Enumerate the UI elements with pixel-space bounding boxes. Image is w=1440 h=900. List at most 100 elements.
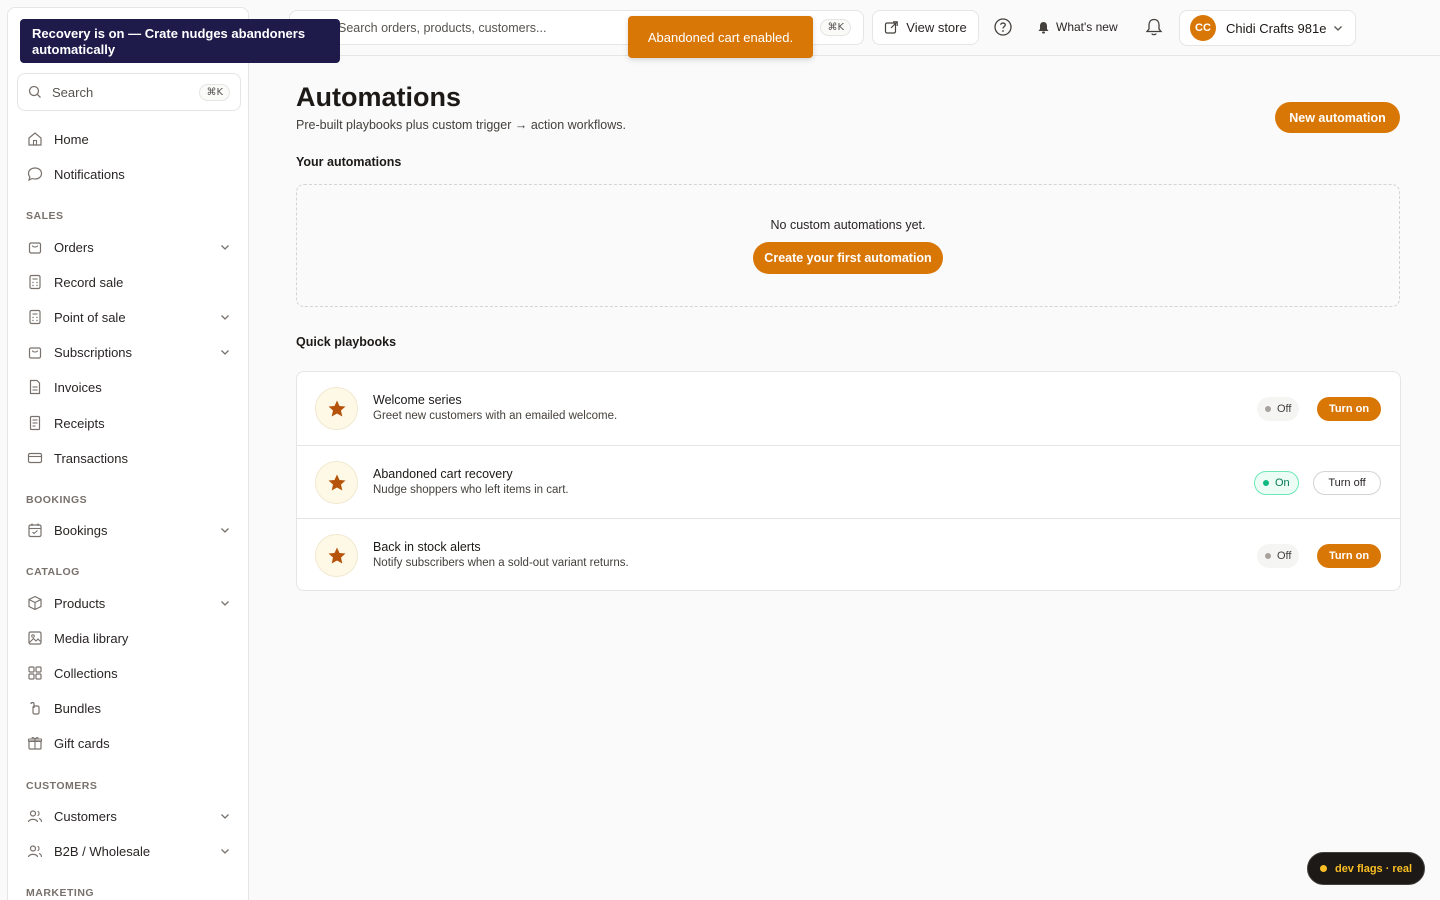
- chevron-down-icon[interactable]: [218, 240, 232, 254]
- sidebar-item-bundles[interactable]: Bundles: [26, 696, 232, 720]
- credit-card-icon: [26, 449, 44, 467]
- sidebar-item-label: Media library: [54, 630, 129, 646]
- new-automation-button[interactable]: New automation: [1275, 102, 1400, 133]
- chevron-down-icon[interactable]: [218, 310, 232, 324]
- sidebar-item-gift-cards[interactable]: Gift cards: [26, 731, 232, 755]
- sidebar-item-receipts[interactable]: Receipts: [26, 411, 232, 435]
- sidebar-item-invoices[interactable]: Invoices: [26, 375, 232, 399]
- create-first-automation-button[interactable]: Create your first automation: [753, 242, 943, 274]
- global-search-shortcut: ⌘K: [820, 19, 851, 36]
- page-title: Automations: [296, 82, 461, 112]
- playbook-description: Notify subscribers when a sold-out varia…: [373, 557, 629, 569]
- status-label: Off: [1277, 403, 1292, 415]
- topbar-divider: [249, 55, 1440, 56]
- section-customers: CUSTOMERS: [26, 780, 98, 792]
- sidebar-item-collections[interactable]: Collections: [26, 661, 232, 685]
- playbook-row-abandoned-cart: Abandoned cart recovery Nudge shoppers w…: [297, 445, 1400, 518]
- status-label: On: [1275, 477, 1290, 489]
- view-store-label: View store: [906, 20, 967, 35]
- chevron-down-icon[interactable]: [218, 596, 232, 610]
- playbooks-list: Welcome series Greet new customers with …: [296, 371, 1401, 591]
- calculator-icon: [26, 308, 44, 326]
- whats-new-button[interactable]: What's new: [1037, 18, 1118, 36]
- sidebar-item-media-library[interactable]: Media library: [26, 626, 232, 650]
- chevron-down-icon[interactable]: [218, 844, 232, 858]
- status-label: Off: [1277, 550, 1292, 562]
- users-icon: [26, 807, 44, 825]
- turn-on-button[interactable]: Turn on: [1317, 544, 1381, 568]
- account-switcher[interactable]: CC Chidi Crafts 981e: [1179, 10, 1356, 46]
- status-dot: [1265, 553, 1271, 559]
- sidebar-search[interactable]: Search ⌘K: [17, 73, 241, 111]
- help-icon[interactable]: [993, 17, 1013, 37]
- sidebar-item-label: Collections: [54, 665, 118, 681]
- dev-flags-badge[interactable]: dev flags · real: [1307, 852, 1425, 885]
- recovery-tooltip: Recovery is on — Crate nudges abandoners…: [20, 19, 340, 63]
- playbook-description: Greet new customers with an emailed welc…: [373, 410, 618, 422]
- sidebar-item-subscriptions[interactable]: Subscriptions: [26, 340, 232, 364]
- box-icon: [26, 594, 44, 612]
- sidebar-item-label: B2B / Wholesale: [54, 843, 151, 859]
- status-badge: Off: [1257, 544, 1300, 568]
- bell-filled-icon: [1038, 21, 1049, 33]
- page-subtitle: Pre-built playbooks plus custom trigger …: [296, 118, 626, 132]
- view-store-button[interactable]: View store: [872, 10, 979, 45]
- your-automations-heading: Your automations: [296, 155, 402, 169]
- chat-bubble-icon: [26, 165, 44, 183]
- status-badge: Off: [1257, 397, 1300, 421]
- sidebar-item-transactions[interactable]: Transactions: [26, 446, 232, 470]
- turn-off-button[interactable]: Turn off: [1313, 471, 1381, 495]
- playbook-row-welcome: Welcome series Greet new customers with …: [297, 372, 1400, 445]
- home-icon: [26, 130, 44, 148]
- sidebar-item-bookings[interactable]: Bookings: [26, 518, 232, 542]
- playbook-description: Nudge shoppers who left items in cart.: [373, 484, 569, 496]
- sidebar-item-notifications[interactable]: Notifications: [26, 162, 232, 186]
- sidebar-item-label: Gift cards: [54, 735, 110, 751]
- status-dot: [1265, 406, 1271, 412]
- avatar: CC: [1190, 15, 1216, 41]
- sidebar-item-customers[interactable]: Customers: [26, 804, 232, 828]
- sidebar-item-label: Bookings: [54, 522, 108, 538]
- whats-new-label: What's new: [1056, 20, 1118, 34]
- dev-flags-dot: [1319, 865, 1327, 872]
- sidebar-item-label: Customers: [54, 808, 117, 824]
- chevron-down-icon[interactable]: [218, 809, 232, 823]
- status-badge: On: [1254, 471, 1299, 495]
- sidebar-item-orders[interactable]: Orders: [26, 235, 232, 259]
- bag-icon: [26, 238, 44, 256]
- empty-automations-panel: No custom automations yet. Create your f…: [296, 184, 1400, 307]
- calculator-icon: [26, 273, 44, 291]
- sidebar-item-products[interactable]: Products: [26, 591, 232, 615]
- users-icon: [26, 842, 44, 860]
- playbook-title: Back in stock alerts: [373, 540, 481, 554]
- star-icon: [315, 534, 358, 577]
- gift-icon: [26, 734, 44, 752]
- bag-icon: [26, 343, 44, 361]
- sidebar-item-label: Subscriptions: [54, 344, 133, 360]
- sidebar-item-label: Bundles: [54, 700, 101, 716]
- bundle-icon: [26, 699, 44, 717]
- sidebar-item-label: Receipts: [54, 415, 105, 431]
- calendar-icon: [26, 521, 44, 539]
- toast-notification: Abandoned cart enabled.: [628, 16, 813, 58]
- sidebar-item-point-of-sale[interactable]: Point of sale: [26, 305, 232, 329]
- document-icon: [26, 378, 44, 396]
- sidebar-item-record-sale[interactable]: Record sale: [26, 270, 232, 294]
- quick-playbooks-heading: Quick playbooks: [296, 335, 397, 349]
- sidebar-item-home[interactable]: Home: [26, 127, 232, 151]
- chevron-down-icon: [1334, 26, 1342, 31]
- section-sales: SALES: [26, 210, 64, 222]
- chevron-down-icon[interactable]: [218, 523, 232, 537]
- notifications-bell-icon[interactable]: [1144, 17, 1164, 37]
- playbook-title: Abandoned cart recovery: [373, 467, 513, 481]
- grid-icon: [26, 664, 44, 682]
- sidebar-item-label: Record sale: [54, 274, 124, 290]
- turn-on-button[interactable]: Turn on: [1317, 397, 1381, 421]
- chevron-down-icon[interactable]: [218, 345, 232, 359]
- star-icon: [315, 461, 358, 504]
- sidebar-item-label: Home: [54, 131, 89, 147]
- account-name: Chidi Crafts 981e: [1226, 20, 1327, 36]
- sidebar-item-label: Orders: [54, 239, 94, 255]
- sidebar-item-b2b-wholesale[interactable]: B2B / Wholesale: [26, 839, 232, 863]
- sidebar-item-label: Transactions: [54, 450, 128, 466]
